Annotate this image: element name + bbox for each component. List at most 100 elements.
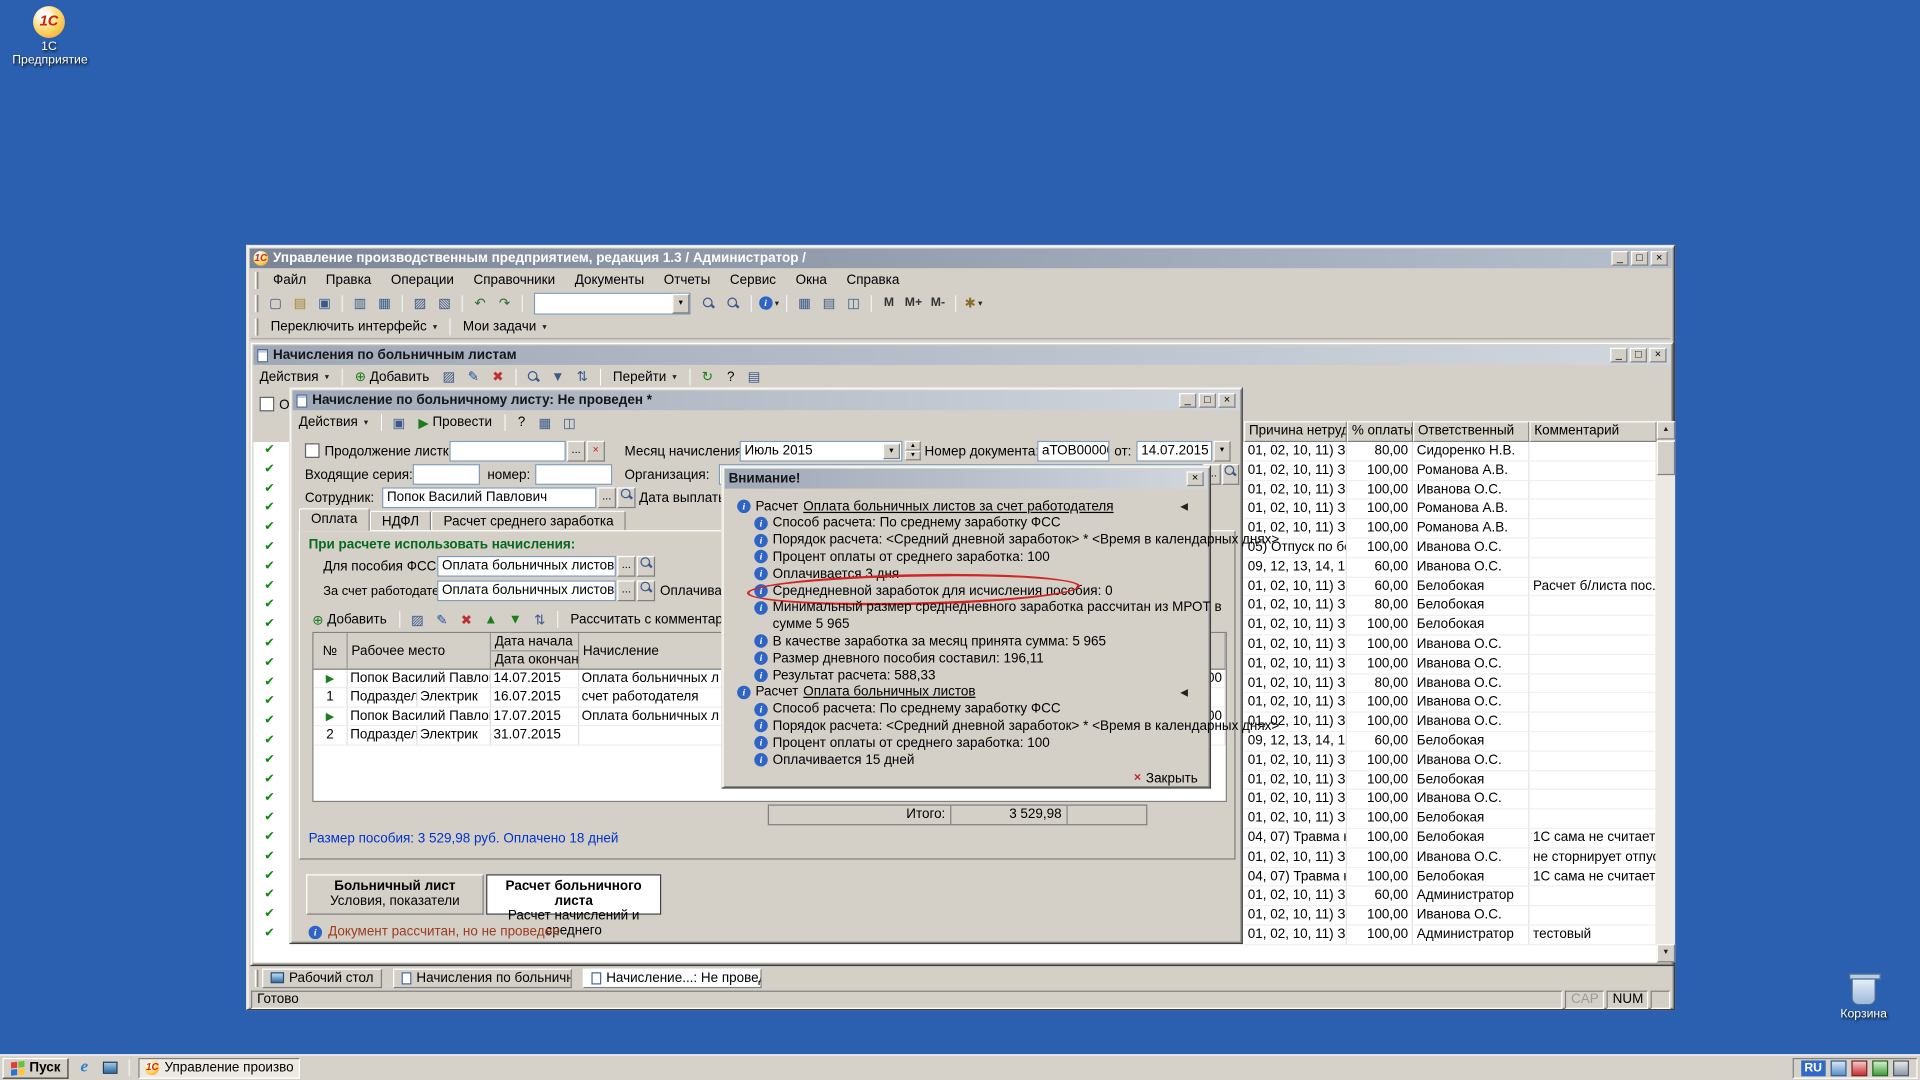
open-icon[interactable]: ▤ <box>289 293 311 313</box>
minimize-button[interactable]: _ <box>1611 251 1628 266</box>
month-field[interactable]: Июль 2015 ▾ <box>740 441 903 462</box>
service-messages-icon[interactable]: i▾ <box>758 293 780 313</box>
table-row[interactable]: 01, 02, 10, 11) Забо...100,00Романова А.… <box>1244 500 1657 519</box>
scrollbar-thumb[interactable] <box>1657 441 1675 475</box>
table-row[interactable]: 01, 02, 10, 11) Забо...60,00БелобокаяРас… <box>1244 577 1657 596</box>
menu-item[interactable]: Документы <box>566 271 653 288</box>
toolbar-grip[interactable] <box>255 318 259 335</box>
table-row[interactable]: 04, 07) Травма на ...100,00Белобокая1С с… <box>1244 829 1657 848</box>
table-row[interactable]: 01, 02, 10, 11) Забо...100,00Романова А.… <box>1244 519 1657 538</box>
table-row[interactable]: 01, 02, 10, 11) Забо...100,00Иванова О.С… <box>1244 713 1657 732</box>
table-row[interactable]: 01, 02, 10, 11) Забо...60,00Администрато… <box>1244 887 1657 906</box>
actions-button[interactable]: Действия▾ <box>293 411 375 433</box>
table-row[interactable]: 05) Отпуск по бере...100,00Иванова О.С. <box>1244 539 1657 558</box>
message-link[interactable]: Оплата больничных листов <box>803 685 975 700</box>
column-header-dates[interactable]: Дата начала Дата окончания <box>491 633 579 669</box>
grid-down-icon[interactable]: ▼ <box>504 610 526 630</box>
employee-select-button[interactable]: ... <box>598 487 616 508</box>
print-icon[interactable]: ▥ <box>349 293 371 313</box>
org-filter-checkbox[interactable] <box>260 397 275 412</box>
vertical-scrollbar[interactable]: ▲ ▼ <box>1657 421 1675 962</box>
language-indicator[interactable]: RU <box>1801 1060 1826 1076</box>
table-row[interactable]: 01, 02, 10, 11) Забо...100,00Иванова О.С… <box>1244 481 1657 500</box>
collapse-arrow-icon[interactable]: ◀ <box>1180 687 1188 698</box>
menu-item[interactable]: Отчеты <box>655 271 719 288</box>
tab-average-earnings[interactable]: Расчет среднего заработка <box>431 511 626 532</box>
table-row[interactable]: 01, 02, 10, 11) Забо...100,00Иванова О.С… <box>1244 790 1657 809</box>
month-spinner[interactable]: ▲ ▼ <box>905 441 921 462</box>
column-header-num[interactable]: № <box>313 633 347 669</box>
status-resize-grip[interactable] <box>1651 990 1671 1008</box>
calculator-icon[interactable]: ▤ <box>818 293 840 313</box>
employer-field[interactable]: Оплата больничных листов за сче <box>437 580 616 601</box>
maximize-button[interactable]: □ <box>1199 393 1216 408</box>
copy-row-icon[interactable]: ▨ <box>438 367 460 387</box>
table-row[interactable]: 01, 02, 10, 11) Забо...80,00Белобокая <box>1244 597 1657 616</box>
memory-add-button[interactable]: М+ <box>902 293 924 313</box>
main-window-titlebar[interactable]: 1С Управление производственным предприят… <box>250 249 1672 269</box>
table-row[interactable]: 01, 02, 10, 11) Забо...100,00Иванова О.С… <box>1244 635 1657 654</box>
table-row[interactable]: 01, 02, 10, 11) Забо...100,00Белобокая <box>1244 771 1657 790</box>
column-header-workplace[interactable]: Рабочее место <box>348 633 491 669</box>
help-button[interactable]: ? <box>512 411 532 433</box>
table-row[interactable]: 09, 12, 13, 14, 15) У...60,00Белобокая <box>1244 732 1657 751</box>
actions-button[interactable]: Действия▾ <box>253 366 335 388</box>
date-field[interactable]: 14.07.2015 <box>1136 441 1212 462</box>
document-window-titlebar[interactable]: Начисление по больничному листу: Не пров… <box>293 391 1240 411</box>
paste-icon[interactable]: ▧ <box>433 293 455 313</box>
settings-grid-icon[interactable]: ◫ <box>558 413 580 433</box>
month-dropdown-icon[interactable]: ▾ <box>883 443 900 459</box>
close-button[interactable]: × <box>1187 471 1204 486</box>
table-row[interactable]: 01, 02, 10, 11) Забо...100,00Иванова О.С… <box>1244 848 1657 867</box>
users-icon[interactable]: ◫ <box>842 293 864 313</box>
delete-row-icon[interactable]: ✖ <box>487 367 509 387</box>
close-warning-button[interactable]: × Закрыть <box>1129 769 1203 787</box>
menu-item[interactable]: Сервис <box>721 271 784 288</box>
add-button[interactable]: ⊕Добавить <box>349 366 436 388</box>
message-link[interactable]: Оплата больничных листов за счет работод… <box>803 499 1113 514</box>
spin-down-icon[interactable]: ▼ <box>905 451 921 461</box>
maximize-button[interactable]: □ <box>1631 251 1648 266</box>
print-preview-icon[interactable]: ▦ <box>373 293 395 313</box>
minimize-button[interactable]: _ <box>1179 393 1196 408</box>
tray-icon-2[interactable] <box>1851 1060 1867 1076</box>
continuation-select-button[interactable]: ... <box>567 441 585 462</box>
scroll-down-icon[interactable]: ▼ <box>1657 944 1675 962</box>
menu-item[interactable]: Справочники <box>465 271 564 288</box>
mdi-tab[interactable]: Рабочий стол <box>262 968 382 988</box>
menu-item[interactable]: Справка <box>838 271 908 288</box>
column-header-responsible[interactable]: Ответственный <box>1413 421 1529 442</box>
switch-interface-button[interactable]: Переключить интерфейс ▾ <box>264 316 443 338</box>
employer-select-button[interactable]: ... <box>617 580 635 601</box>
column-header-comment[interactable]: Комментарий <box>1529 421 1656 442</box>
employer-open-button[interactable] <box>637 580 655 601</box>
combo-dropdown-icon[interactable]: ▾ <box>672 293 689 313</box>
fss-select-button[interactable]: ... <box>617 556 635 577</box>
sick-note-page-button[interactable]: Больничный лист Условия, показатели <box>306 874 484 914</box>
post-button[interactable]: ▶Провести <box>412 411 498 433</box>
table-row[interactable]: 01, 02, 10, 11) Забо...100,00Иванова О.С… <box>1244 906 1657 925</box>
minimize-button[interactable]: _ <box>1610 348 1627 363</box>
date-dropdown-icon[interactable]: ▾ <box>1213 441 1230 462</box>
sort-icon[interactable]: ⇅ <box>571 367 593 387</box>
calculation-page-button[interactable]: Расчет больничного листа Расчет начислен… <box>486 874 661 914</box>
employee-open-button[interactable] <box>617 487 635 508</box>
tab-ndfl[interactable]: НДФЛ <box>370 511 432 532</box>
find-icon[interactable] <box>698 293 720 313</box>
maximize-button[interactable]: □ <box>1630 348 1647 363</box>
tray-icon-3[interactable] <box>1872 1060 1888 1076</box>
table-row[interactable]: 01, 02, 10, 11) Забо...100,00Белобокая <box>1244 810 1657 829</box>
grid-edit-icon[interactable]: ✎ <box>431 610 453 630</box>
menu-item[interactable]: Окна <box>787 271 835 288</box>
new-document-icon[interactable]: ▢ <box>264 293 286 313</box>
table-row[interactable]: 01, 02, 10, 11) Забо...100,00Белобокая <box>1244 616 1657 635</box>
table-row[interactable]: 01, 02, 10, 11) Забо...100,00Романова А.… <box>1244 461 1657 480</box>
internet-explorer-icon[interactable]: e <box>74 1057 95 1078</box>
print-list-icon[interactable]: ▤ <box>743 367 765 387</box>
grid-up-icon[interactable]: ▲ <box>480 610 502 630</box>
quick-search-input[interactable] <box>536 294 671 311</box>
collapse-arrow-icon[interactable]: ◀ <box>1180 501 1188 512</box>
edit-row-icon[interactable]: ✎ <box>462 367 484 387</box>
list-window-titlebar[interactable]: Начисления по больничным листам _ □ × <box>253 345 1670 365</box>
continuation-field[interactable] <box>449 441 565 462</box>
